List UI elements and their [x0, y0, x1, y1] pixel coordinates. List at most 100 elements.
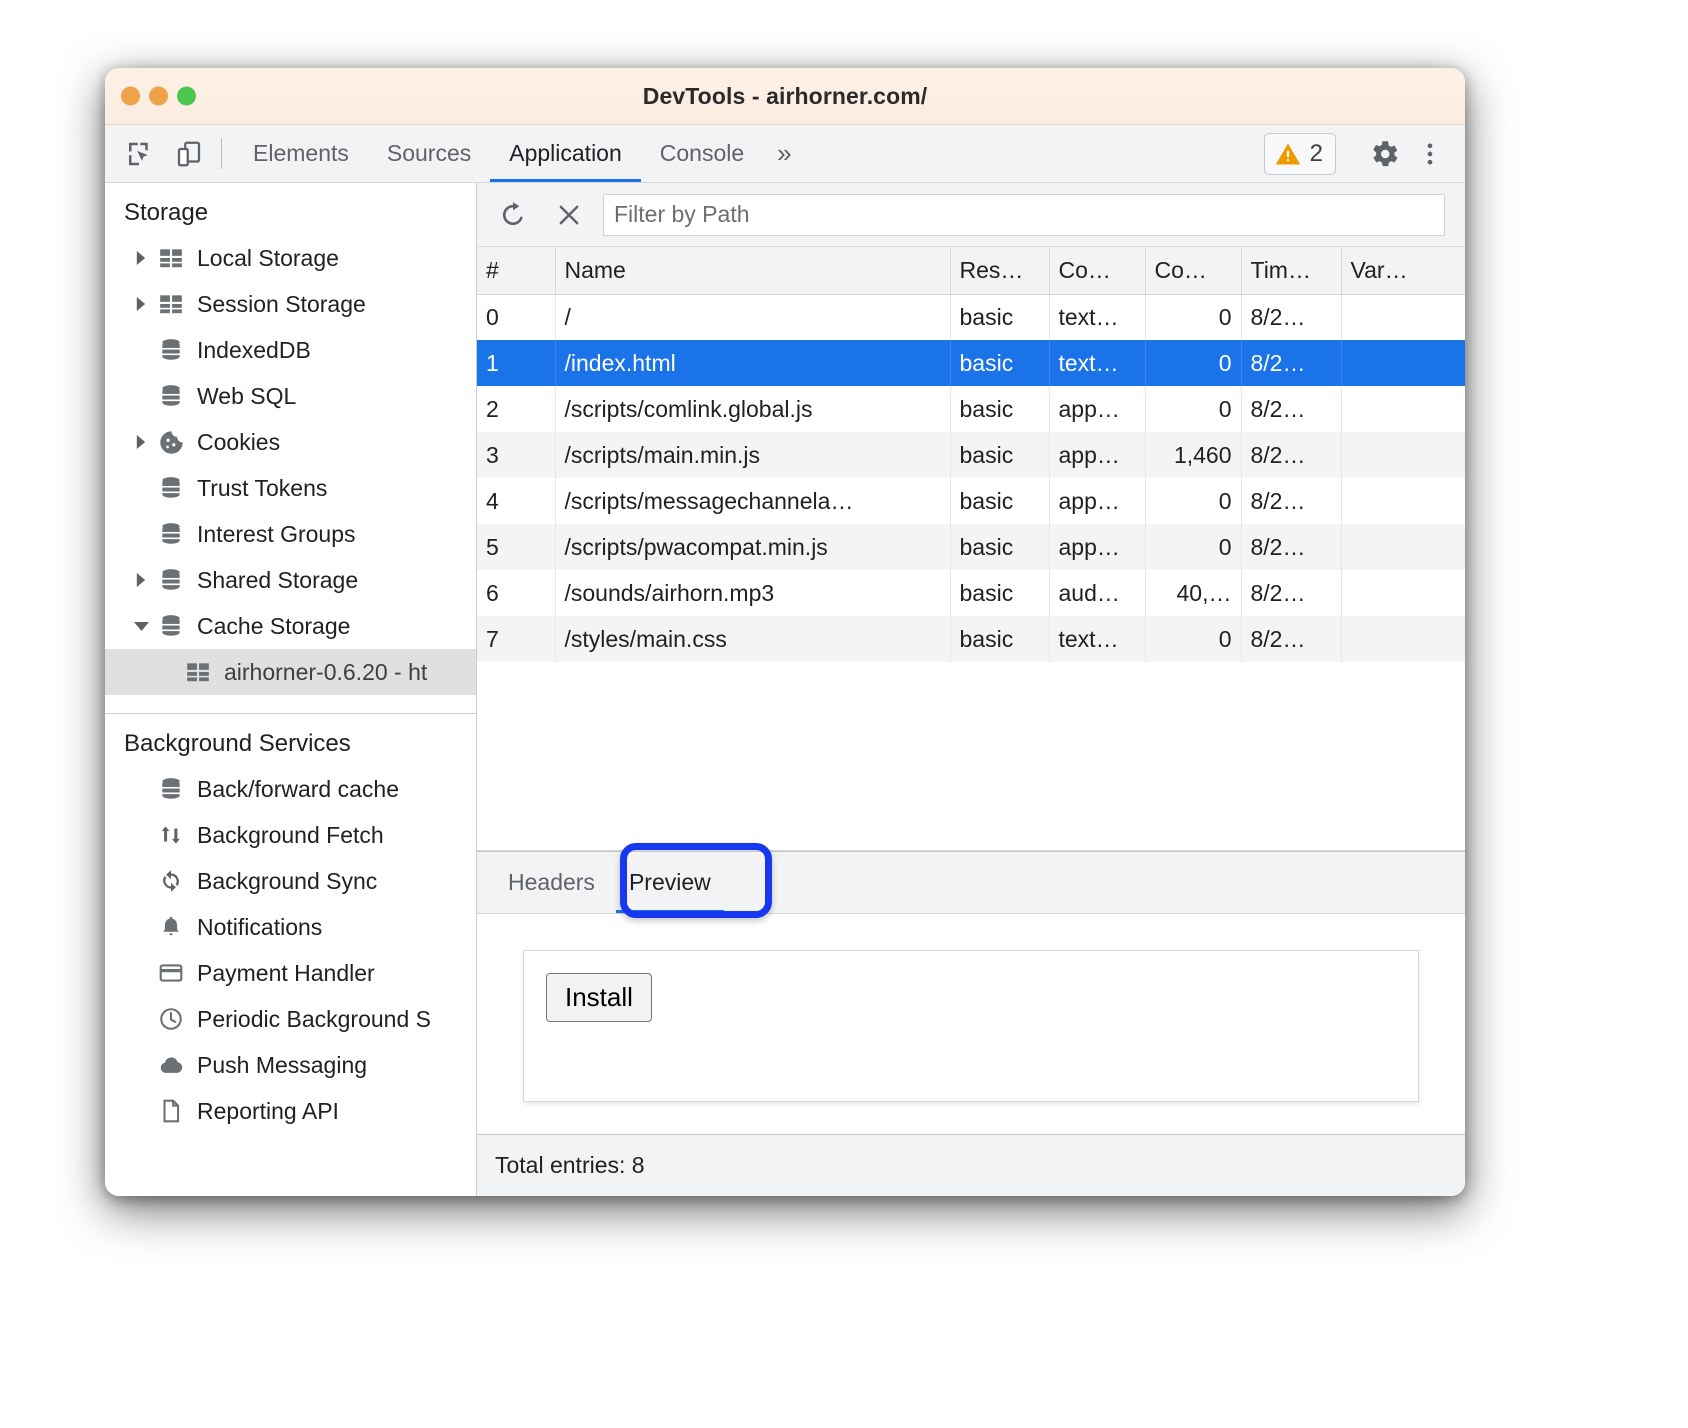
column-header-name[interactable]: Name — [555, 247, 950, 294]
column-header-content-length[interactable]: Co… — [1145, 247, 1241, 294]
cache-entries-table-wrapper: # Name Res… Co… Co… Tim… Var… 0 — [477, 247, 1465, 662]
cell-content-type: app… — [1049, 524, 1145, 570]
refresh-button[interactable] — [491, 193, 535, 237]
storage-section: Storage Local Storage — [105, 183, 476, 714]
chevron-right-icon[interactable] — [131, 297, 151, 311]
filter-by-path-input[interactable] — [603, 194, 1445, 236]
sidebar-item-notifications[interactable]: Notifications — [105, 904, 476, 950]
sidebar-item-local-storage[interactable]: Local Storage — [105, 235, 476, 281]
sidebar-item-label: Notifications — [197, 914, 322, 941]
cell-time-cached: 8/2… — [1241, 616, 1341, 662]
tab-sources-label: Sources — [387, 140, 471, 167]
column-header-vary-header[interactable]: Var… — [1341, 247, 1465, 294]
sidebar-item-payment-handler[interactable]: Payment Handler — [105, 950, 476, 996]
cell-content-length: 0 — [1145, 340, 1241, 386]
devtools-body: Storage Local Storage — [105, 183, 1465, 1196]
sidebar-item-interest-groups[interactable]: Interest Groups — [105, 511, 476, 557]
tab-elements[interactable]: Elements — [234, 125, 368, 182]
sidebar-item-periodic-background-sync[interactable]: Periodic Background S — [105, 996, 476, 1042]
cell-index: 3 — [477, 432, 555, 478]
zoom-window-button[interactable] — [177, 87, 196, 106]
install-button[interactable]: Install — [546, 973, 652, 1022]
sidebar-item-cache-storage[interactable]: Cache Storage — [105, 603, 476, 649]
sidebar-item-label: Session Storage — [197, 291, 366, 318]
column-header-response-type[interactable]: Res… — [950, 247, 1049, 294]
table-empty-area — [477, 662, 1465, 851]
sidebar-item-reporting-api[interactable]: Reporting API — [105, 1088, 476, 1134]
sidebar-item-trust-tokens[interactable]: Trust Tokens — [105, 465, 476, 511]
bell-icon — [156, 914, 186, 940]
table-row[interactable]: 4 /scripts/messagechannela… basic app… 0… — [477, 478, 1465, 524]
chevron-down-icon[interactable] — [131, 619, 151, 634]
sidebar-item-shared-storage[interactable]: Shared Storage — [105, 557, 476, 603]
window-controls — [121, 87, 196, 106]
cell-time-cached: 8/2… — [1241, 386, 1341, 432]
sidebar-item-back-forward-cache[interactable]: Back/forward cache — [105, 766, 476, 812]
database-icon — [156, 776, 186, 802]
sidebar-item-label: Background Sync — [197, 868, 377, 895]
cell-response-type: basic — [950, 340, 1049, 386]
sidebar-item-cookies[interactable]: Cookies — [105, 419, 476, 465]
cell-response-type: basic — [950, 386, 1049, 432]
chevron-right-icon[interactable] — [131, 573, 151, 587]
delete-x-icon — [555, 201, 583, 229]
tab-console[interactable]: Console — [641, 125, 763, 182]
sidebar-item-web-sql[interactable]: Web SQL — [105, 373, 476, 419]
tab-sources[interactable]: Sources — [368, 125, 490, 182]
sidebar-item-label: Trust Tokens — [197, 475, 327, 502]
tab-application[interactable]: Application — [490, 125, 641, 182]
chevron-right-icon[interactable] — [131, 435, 151, 449]
chevron-right-icon[interactable] — [131, 251, 151, 265]
devtools-tab-bar: Elements Sources Application Console » — [105, 125, 1465, 183]
sidebar-item-airhorner-cache[interactable]: airhorner-0.6.20 - ht — [105, 649, 476, 695]
main-menu-button[interactable] — [1407, 131, 1453, 177]
table-row[interactable]: 7 /styles/main.css basic text… 0 8/2… — [477, 616, 1465, 662]
cell-index: 0 — [477, 294, 555, 340]
more-tabs-button[interactable]: » — [763, 125, 805, 182]
column-header-time-cached[interactable]: Tim… — [1241, 247, 1341, 294]
minimize-window-button[interactable] — [149, 87, 168, 106]
table-row[interactable]: 3 /scripts/main.min.js basic app… 1,460 … — [477, 432, 1465, 478]
cell-vary-header — [1341, 570, 1465, 616]
table-row[interactable]: 0 / basic text… 0 8/2… — [477, 294, 1465, 340]
device-toolbar-button[interactable] — [169, 134, 209, 174]
cell-vary-header — [1341, 294, 1465, 340]
table-row[interactable]: 1 /index.html basic text… 0 8/2… — [477, 340, 1465, 386]
close-window-button[interactable] — [121, 87, 140, 106]
table-icon — [156, 245, 186, 271]
column-header-content-type[interactable]: Co… — [1049, 247, 1145, 294]
sidebar-item-background-fetch[interactable]: Background Fetch — [105, 812, 476, 858]
warnings-badge[interactable]: 2 — [1264, 133, 1336, 175]
storage-section-title: Storage — [105, 183, 476, 235]
tab-headers[interactable]: Headers — [491, 852, 612, 913]
cell-response-type: basic — [950, 524, 1049, 570]
cell-name: /scripts/messagechannela… — [555, 478, 950, 524]
document-icon — [156, 1098, 186, 1124]
database-icon — [156, 613, 186, 639]
tab-preview[interactable]: Preview — [612, 852, 728, 913]
cell-content-length: 0 — [1145, 524, 1241, 570]
sidebar-item-background-sync[interactable]: Background Sync — [105, 858, 476, 904]
three-dots-menu-icon — [1416, 140, 1444, 168]
tab-headers-label: Headers — [508, 869, 595, 896]
cell-response-type: basic — [950, 432, 1049, 478]
table-row[interactable]: 5 /scripts/pwacompat.min.js basic app… 0… — [477, 524, 1465, 570]
settings-button[interactable] — [1361, 131, 1407, 177]
table-row[interactable]: 2 /scripts/comlink.global.js basic app… … — [477, 386, 1465, 432]
cache-storage-panel: # Name Res… Co… Co… Tim… Var… 0 — [477, 183, 1465, 1196]
sidebar-item-session-storage[interactable]: Session Storage — [105, 281, 476, 327]
cell-content-length: 0 — [1145, 478, 1241, 524]
table-row[interactable]: 6 /sounds/airhorn.mp3 basic aud… 40,… 8/… — [477, 570, 1465, 616]
sidebar-item-indexeddb[interactable]: IndexedDB — [105, 327, 476, 373]
sidebar-item-push-messaging[interactable]: Push Messaging — [105, 1042, 476, 1088]
delete-selected-button[interactable] — [547, 193, 591, 237]
inspect-element-button[interactable] — [119, 134, 159, 174]
cell-name: /scripts/main.min.js — [555, 432, 950, 478]
column-header-index[interactable]: # — [477, 247, 555, 294]
cache-toolbar — [477, 183, 1465, 247]
cell-content-length: 40,… — [1145, 570, 1241, 616]
cell-content-length: 0 — [1145, 386, 1241, 432]
database-icon — [156, 567, 186, 593]
cell-index: 4 — [477, 478, 555, 524]
refresh-icon — [498, 200, 528, 230]
